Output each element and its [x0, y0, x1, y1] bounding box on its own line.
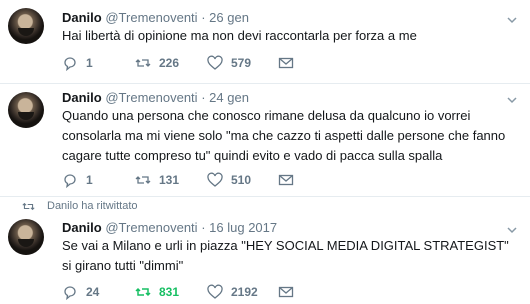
tweet-text: Quando una persona che conosco rimane de…: [62, 108, 506, 163]
heart-icon: [207, 172, 223, 187]
tweet[interactable]: Danilo @Tremenoventi · 24 gen Quando una…: [0, 84, 530, 197]
author-name[interactable]: Danilo: [62, 10, 102, 25]
avatar[interactable]: [8, 8, 44, 44]
dm-button[interactable]: [278, 54, 294, 72]
author-handle[interactable]: @Tremenoventi: [105, 90, 197, 105]
like-button[interactable]: 579: [207, 54, 251, 72]
dm-button[interactable]: [278, 283, 294, 301]
separator: ·: [201, 10, 206, 25]
tweet-header: Danilo @Tremenoventi · 16 lug 2017: [62, 220, 277, 235]
retweet-icon: [22, 202, 35, 210]
separator: ·: [201, 220, 206, 235]
retweet-icon: [135, 287, 151, 297]
separator: ·: [201, 90, 206, 105]
tweet-header: Danilo @Tremenoventi · 26 gen: [62, 10, 249, 25]
tweet-date[interactable]: 16 lug 2017: [209, 220, 277, 235]
dm-button[interactable]: [278, 171, 294, 189]
retweet-button[interactable]: 131: [135, 171, 179, 189]
avatar[interactable]: [8, 219, 44, 255]
author-name[interactable]: Danilo: [62, 90, 102, 105]
author-handle[interactable]: @Tremenoventi: [105, 10, 197, 25]
heart-icon: [207, 284, 223, 299]
tweet-text: Hai libertà di opinione ma non devi racc…: [62, 28, 417, 43]
like-button[interactable]: 510: [207, 171, 251, 189]
tweet[interactable]: Danilo @Tremenoventi · 16 lug 2017 Se va…: [0, 213, 530, 304]
like-count: 510: [231, 173, 252, 187]
retweet-context: Danilo ha ritwittato: [22, 200, 138, 212]
reply-button[interactable]: 1: [62, 171, 93, 189]
heart-icon: [207, 55, 223, 70]
chevron-down-icon[interactable]: [506, 224, 518, 236]
retweet-count: 831: [159, 285, 180, 299]
tweet-text: Se vai a Milano e urli in piazza "HEY SO…: [62, 238, 509, 273]
retweet-icon: [135, 59, 151, 67]
reply-icon: [64, 174, 76, 188]
reply-button[interactable]: 24: [62, 283, 99, 301]
reply-icon: [64, 57, 76, 71]
author-name[interactable]: Danilo: [62, 220, 102, 235]
like-count: 2192: [231, 285, 258, 299]
reply-count: 1: [86, 56, 93, 70]
like-button[interactable]: 2192: [207, 283, 258, 301]
retweet-button[interactable]: 831: [135, 283, 179, 301]
retweet-icon: [135, 176, 151, 184]
reply-button[interactable]: 1: [62, 54, 93, 72]
retweet-context-label[interactable]: Danilo ha ritwittato: [47, 200, 138, 212]
reply-count: 1: [86, 173, 93, 187]
avatar[interactable]: [8, 92, 44, 128]
chevron-down-icon[interactable]: [506, 94, 518, 106]
envelope-icon: [278, 174, 294, 186]
tweet[interactable]: Danilo @Tremenoventi · 26 gen Hai libert…: [0, 0, 530, 84]
author-handle[interactable]: @Tremenoventi: [105, 220, 197, 235]
retweet-count: 131: [159, 173, 180, 187]
reply-icon: [64, 286, 76, 300]
tweet-header: Danilo @Tremenoventi · 24 gen: [62, 90, 249, 105]
retweet-button[interactable]: 226: [135, 54, 179, 72]
retweet-count: 226: [159, 56, 180, 70]
like-count: 579: [231, 56, 252, 70]
reply-count: 24: [86, 285, 100, 299]
envelope-icon: [278, 57, 294, 69]
tweet-date[interactable]: 24 gen: [209, 90, 249, 105]
tweet-date[interactable]: 26 gen: [209, 10, 249, 25]
chevron-down-icon[interactable]: [506, 14, 518, 26]
envelope-icon: [278, 286, 294, 298]
